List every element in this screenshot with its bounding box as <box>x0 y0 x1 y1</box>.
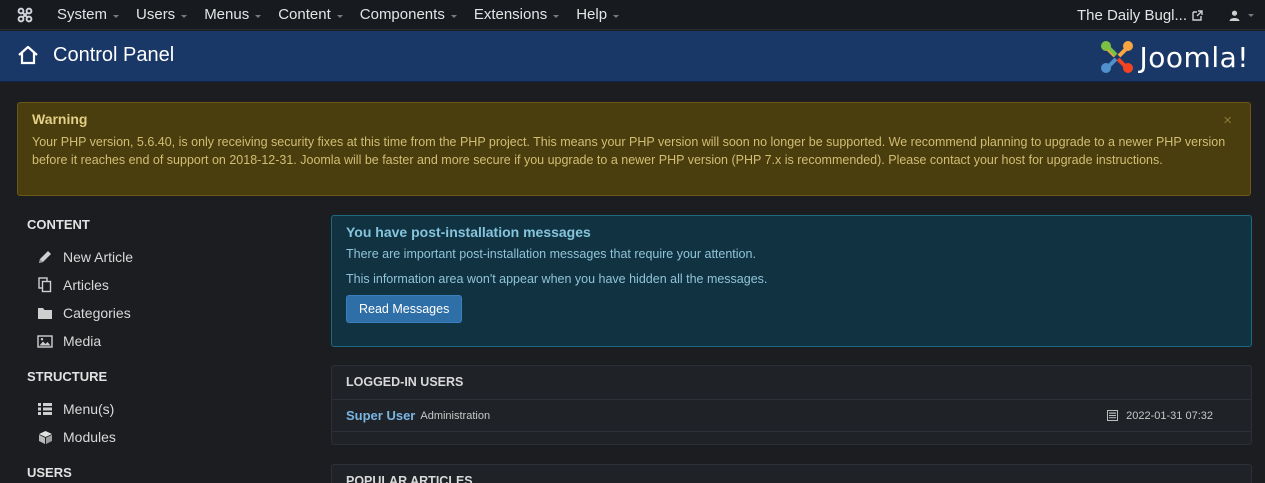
cube-icon <box>36 429 54 445</box>
menu-label: System <box>57 6 108 23</box>
joomla-wordmark: Joomla! <box>1139 40 1249 74</box>
user-role: Administration <box>420 409 491 422</box>
login-date-text: 2022-01-31 07:32 <box>1126 409 1213 422</box>
menu-users[interactable]: Users <box>129 0 197 30</box>
page-header: Control Panel Joomla! <box>0 31 1265 82</box>
sidebar-item-label: Menu(s) <box>63 401 115 417</box>
list-icon <box>36 401 54 417</box>
caret-down-icon <box>613 15 620 18</box>
menu-system[interactable]: System <box>50 0 129 30</box>
site-link[interactable]: The Daily Bugl... <box>1069 7 1217 24</box>
close-icon[interactable]: × <box>1223 112 1232 129</box>
module-heading: POPULAR ARTICLES <box>332 465 1251 483</box>
sidebar-item-new-article[interactable]: New Article <box>17 243 307 271</box>
menu-label: Content <box>278 6 331 23</box>
page-title: Control Panel <box>53 44 175 66</box>
sidebar-item-label: Modules <box>63 429 116 445</box>
sidebar-item-label: New Article <box>63 249 134 265</box>
sidebar-heading-structure: STRUCTURE <box>27 369 108 384</box>
sidebar: CONTENT New Article Articles Categories … <box>17 215 307 483</box>
sidebar-item-media[interactable]: Media <box>17 327 307 355</box>
caret-down-icon <box>336 15 343 18</box>
logged-in-users-module: LOGGED-IN USERS Super User Administratio… <box>331 365 1252 445</box>
caret-down-icon <box>1247 13 1254 17</box>
menu-help[interactable]: Help <box>569 0 629 30</box>
caret-down-icon <box>553 15 560 18</box>
pencil-icon <box>36 249 54 265</box>
postinstall-title: You have post-installation messages <box>346 224 591 240</box>
login-date: 2022-01-31 07:32 <box>1107 410 1213 422</box>
caret-down-icon <box>255 15 262 18</box>
sidebar-item-menus[interactable]: Menu(s) <box>17 395 307 423</box>
menu-menus[interactable]: Menus <box>197 0 271 30</box>
image-icon <box>36 333 54 349</box>
menu-extensions[interactable]: Extensions <box>467 0 569 30</box>
user-icon <box>1229 10 1239 21</box>
php-warning-alert: Warning Your PHP version, 5.6.40, is onl… <box>17 102 1251 196</box>
sidebar-heading-users: USERS <box>27 465 72 480</box>
external-link-icon <box>1192 9 1203 21</box>
module-heading: LOGGED-IN USERS <box>332 366 1251 400</box>
postinstall-messages-alert: You have post-installation messages Ther… <box>331 215 1252 347</box>
postinstall-line1: There are important post-installation me… <box>346 247 756 261</box>
sidebar-item-label: Categories <box>63 305 131 321</box>
caret-down-icon <box>450 15 457 18</box>
site-name: The Daily Bugl... <box>1076 6 1187 24</box>
warning-message: Your PHP version, 5.6.40, is only receiv… <box>32 135 1226 167</box>
folder-icon <box>36 305 54 321</box>
menu-label: Menus <box>204 6 250 23</box>
menu-label: Help <box>576 6 608 23</box>
user-menu[interactable] <box>1217 0 1265 30</box>
sidebar-item-label: Media <box>63 333 102 349</box>
joomla-logo-icon[interactable] <box>0 0 50 30</box>
popular-articles-module: POPULAR ARTICLES <box>331 464 1252 483</box>
sidebar-item-articles[interactable]: Articles <box>17 271 307 299</box>
topnav-right: The Daily Bugl... <box>1069 0 1265 30</box>
user-name-link[interactable]: Super User <box>346 408 415 423</box>
menu-components[interactable]: Components <box>353 0 467 30</box>
calendar-icon <box>1107 410 1119 421</box>
read-messages-button[interactable]: Read Messages <box>346 295 463 323</box>
menu-label: Extensions <box>473 6 548 23</box>
postinstall-line2: This information area won't appear when … <box>346 272 768 286</box>
sidebar-item-categories[interactable]: Categories <box>17 299 307 327</box>
top-navbar: System Users Menus Content Components Ex… <box>0 0 1265 30</box>
copy-icon <box>36 277 54 293</box>
menu-label: Users <box>136 6 176 23</box>
sidebar-heading-content: CONTENT <box>27 217 90 232</box>
table-row: Super User Administration 2022-01-31 07:… <box>332 400 1251 432</box>
sidebar-item-label: Articles <box>63 277 109 293</box>
menu-label: Components <box>359 6 445 23</box>
home-icon <box>18 45 38 65</box>
caret-down-icon <box>181 15 188 18</box>
joomla-brand: Joomla! <box>1098 37 1249 77</box>
menu-content[interactable]: Content <box>271 0 353 30</box>
warning-title: Warning <box>32 111 88 127</box>
caret-down-icon <box>113 15 120 18</box>
sidebar-item-modules[interactable]: Modules <box>17 423 307 451</box>
joomla-mark-icon <box>1100 41 1133 73</box>
